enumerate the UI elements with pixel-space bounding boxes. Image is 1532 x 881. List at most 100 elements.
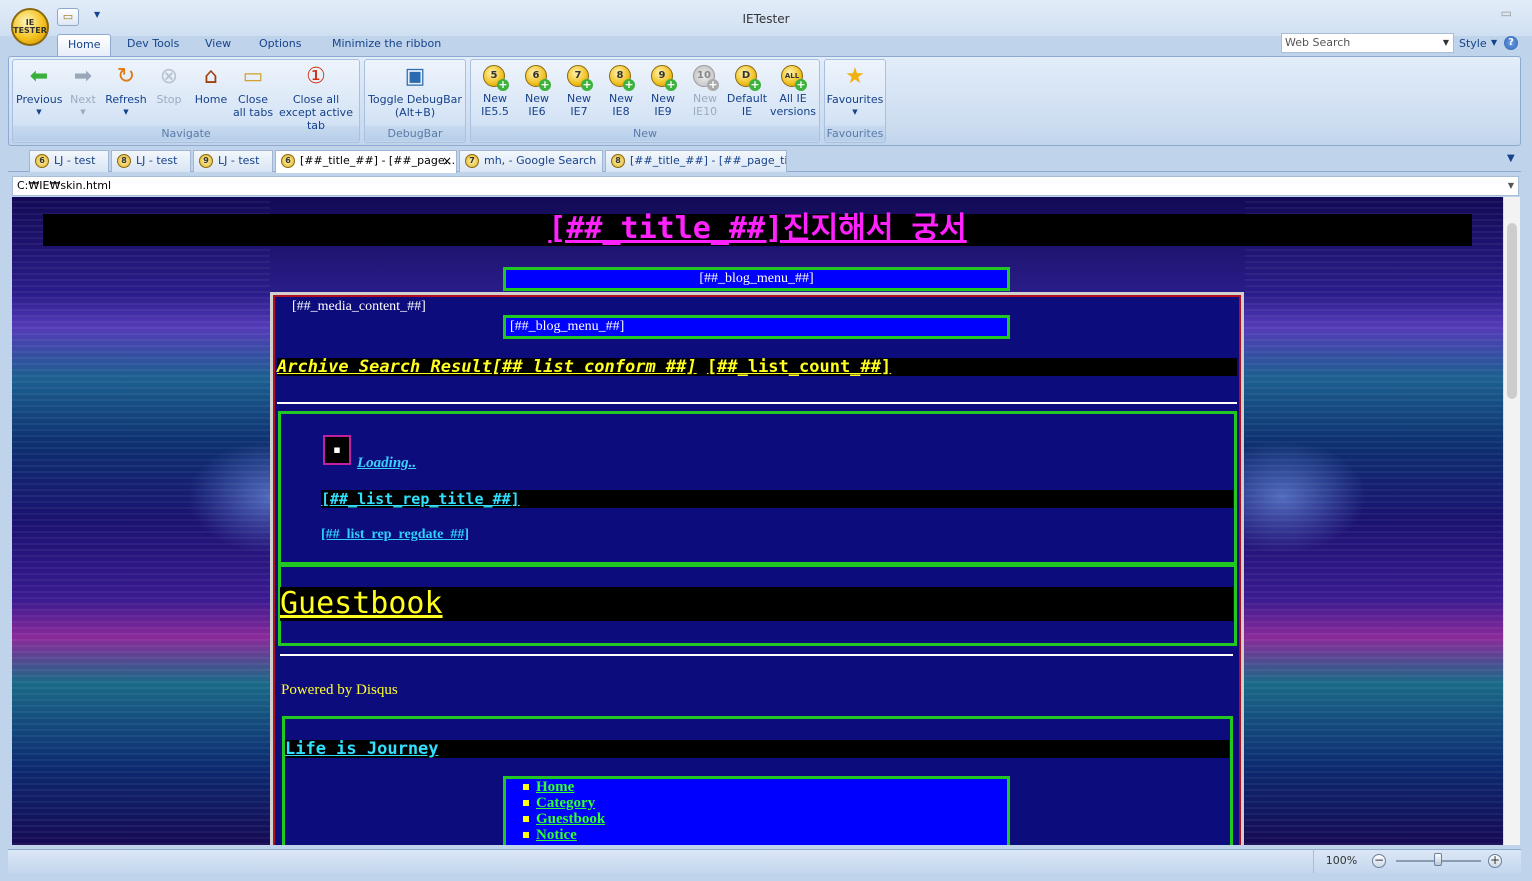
doc-tab-label: LJ - test <box>218 154 260 167</box>
tab-list-dropdown-icon[interactable]: ▼ <box>1507 153 1515 164</box>
minimize-ribbon-link[interactable]: Minimize the ribbon <box>322 34 451 56</box>
button-label: Close all tabs <box>232 93 274 119</box>
ie-version-icon: 8 <box>117 154 131 168</box>
tab-home[interactable]: Home <box>57 34 112 56</box>
group-label: Favourites <box>825 126 885 141</box>
page-viewport: [##_title_##]진지해서 궁서 [##_blog_menu_##] [… <box>12 197 1503 845</box>
stop-icon: ⊗ <box>159 64 179 89</box>
group-label: New <box>471 126 819 141</box>
button-label: All IE versions <box>770 92 817 118</box>
broken-image-icon[interactable]: ▪ <box>323 435 351 465</box>
button-label: Home <box>194 93 228 106</box>
qat-dropdown-icon[interactable]: ▼ <box>94 10 100 19</box>
group-label: DebugBar <box>365 126 465 141</box>
chevron-down-icon[interactable]: ▼ <box>1491 38 1497 47</box>
window-controls[interactable]: ▭ <box>1501 6 1512 20</box>
doc-tab[interactable]: 8 [##_title_##] - [##_page_titl... <box>605 150 787 172</box>
nav-item-category[interactable]: Category <box>523 795 1007 811</box>
rep-date-link[interactable]: [##_list_rep_regdate_##] <box>321 527 469 543</box>
tab-dev-tools[interactable]: Dev Tools <box>117 34 189 56</box>
ie55-icon: 5 + <box>481 63 509 91</box>
close-tab-icon[interactable]: × <box>442 151 452 171</box>
chevron-down-icon: ▼ <box>123 108 129 116</box>
button-label: Close all except active tab <box>279 93 353 132</box>
doc-tab-label: LJ - test <box>136 154 178 167</box>
button-label: Default IE <box>726 92 768 118</box>
app-orb-button[interactable]: IE TESTER <box>11 8 49 46</box>
guestbook-link[interactable]: Guestbook <box>280 586 443 621</box>
toggle-debugbar-button[interactable]: ▣ Toggle DebugBar (Alt+B) <box>366 63 464 119</box>
archive-search-result: Archive Search Result[## list conform ##… <box>277 357 697 377</box>
chevron-down-icon: ▼ <box>36 108 42 116</box>
doc-tab[interactable]: 7 mh, - Google Search <box>459 150 603 172</box>
previous-button[interactable]: ⬅ Previous ▼ <box>16 63 63 119</box>
new-ie7-button[interactable]: 7 + New IE7 <box>560 63 598 118</box>
home-button[interactable]: ⌂ Home <box>192 63 230 106</box>
folder-one-icon: ① <box>306 64 326 89</box>
scrollbar-thumb[interactable] <box>1507 223 1517 399</box>
close-all-except-active-button[interactable]: ① Close all except active tab <box>274 63 358 132</box>
ie6-icon: 6 + <box>523 63 551 91</box>
status-bar <box>8 849 1521 873</box>
default-ie-icon: D + <box>733 63 761 91</box>
folder-icon: ▭ <box>242 64 264 89</box>
archive-heading: Archive Search Result[## list conform ##… <box>277 358 1237 376</box>
new-ie10-button[interactable]: 10 + New IE10 <box>686 63 724 118</box>
stop-button[interactable]: ⊗ Stop <box>152 63 186 106</box>
new-ie8-button[interactable]: 8 + New IE8 <box>602 63 640 118</box>
tab-options[interactable]: Options <box>249 34 311 56</box>
button-label: Previous <box>16 93 63 106</box>
nav-item-notice[interactable]: Notice <box>523 827 1007 843</box>
doc-tab-label: [##_title_##] - [##_page... <box>300 154 456 167</box>
chevron-down-icon[interactable]: ▼ <box>1508 177 1514 195</box>
close-all-tabs-button[interactable]: ▭ Close all tabs <box>232 63 274 119</box>
nav-menu: Home Category Guestbook Notice <box>503 776 1010 845</box>
ie-version-icon: 6 <box>281 154 295 168</box>
ie8-icon: 8 + <box>607 63 635 91</box>
open-folder-icon[interactable]: ▭ <box>57 8 79 26</box>
doc-tab[interactable]: 6 LJ - test <box>29 150 109 172</box>
zoom-in-icon[interactable]: + <box>1488 854 1502 868</box>
new-ie9-button[interactable]: 9 + New IE9 <box>644 63 682 118</box>
divider <box>277 402 1237 404</box>
debugbar-icon: ▣ <box>404 64 426 89</box>
nav-item-guestbook[interactable]: Guestbook <box>523 811 1007 827</box>
new-ie55-button[interactable]: 5 + New IE5.5 <box>474 63 516 118</box>
nav-item-home[interactable]: Home <box>523 779 1007 795</box>
default-ie-button[interactable]: D + Default IE <box>726 63 768 118</box>
style-menu[interactable]: Style <box>1459 37 1487 50</box>
loading-link[interactable]: Loading.. <box>357 455 416 472</box>
ie-version-icon: 7 <box>465 154 479 168</box>
app-title: IETester <box>742 12 790 26</box>
doc-tab[interactable]: 8 LJ - test <box>111 150 191 172</box>
button-label: Stop <box>156 93 182 106</box>
vertical-scrollbar[interactable] <box>1503 197 1520 845</box>
doc-tab-active[interactable]: 6 [##_title_##] - [##_page... × <box>275 150 457 173</box>
media-content: [##_media_content_##] <box>292 299 426 314</box>
new-ie6-button[interactable]: 6 + New IE6 <box>518 63 556 118</box>
blog-name-link[interactable]: Life is Journey <box>285 739 439 759</box>
address-bar[interactable]: C:₩IE₩skin.html ▼ <box>12 176 1519 196</box>
refresh-button[interactable]: ↻ Refresh ▼ <box>104 63 148 119</box>
zoom-level[interactable]: 100% <box>1313 849 1369 873</box>
forward-arrow-icon: ➡ <box>73 64 93 89</box>
favourites-button[interactable]: ★ Favourites ▼ <box>826 63 884 119</box>
button-label: Toggle DebugBar (Alt+B) <box>368 93 462 119</box>
refresh-icon: ↻ <box>116 64 136 89</box>
ie-version-icon: 8 <box>611 154 625 168</box>
button-label: Next <box>70 93 96 106</box>
doc-tab[interactable]: 9 LJ - test <box>193 150 273 172</box>
next-button[interactable]: ➡ Next ▼ <box>66 63 100 119</box>
zoom-out-icon[interactable]: − <box>1372 854 1386 868</box>
tab-view[interactable]: View <box>195 34 241 56</box>
rep-title-link[interactable]: [##_list_rep_title_##] <box>321 490 520 508</box>
page-title-link[interactable]: [##_title_##]진지해서 궁서 <box>548 211 966 246</box>
ie10-icon: 10 + <box>691 63 719 91</box>
help-icon[interactable]: ? <box>1504 36 1518 50</box>
zoom-slider-thumb[interactable] <box>1434 853 1442 866</box>
web-search-dropdown[interactable]: Web Search ▼ <box>1281 33 1454 53</box>
button-label: Refresh <box>105 93 147 106</box>
all-ie-versions-button[interactable]: ALL + All IE versions <box>770 63 816 118</box>
chevron-down-icon: ▼ <box>1442 38 1449 47</box>
web-search-value: Web Search <box>1285 36 1351 49</box>
